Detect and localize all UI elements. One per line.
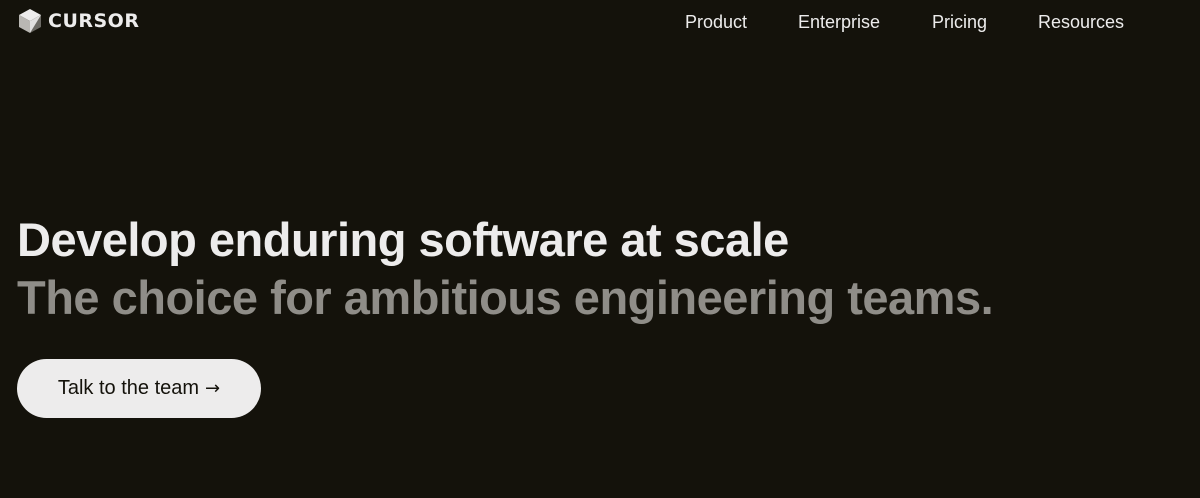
nav-pricing[interactable]: Pricing bbox=[932, 10, 987, 34]
talk-to-team-button[interactable]: Talk to the team → bbox=[17, 359, 261, 418]
nav-resources[interactable]: Resources bbox=[1038, 10, 1124, 34]
hero-title: Develop enduring software at scale bbox=[17, 213, 789, 266]
nav-enterprise[interactable]: Enterprise bbox=[798, 10, 880, 34]
arrow-right-icon: → bbox=[205, 377, 221, 399]
page: CURSOR Product Enterprise Pricing Resour… bbox=[0, 0, 1200, 498]
nav-product[interactable]: Product bbox=[685, 10, 747, 34]
cta-label: Talk to the team bbox=[57, 377, 200, 399]
hero-subtitle: The choice for ambitious engineering tea… bbox=[17, 271, 994, 324]
site-header: CURSOR Product Enterprise Pricing Resour… bbox=[0, 0, 1200, 44]
main-nav: Product Enterprise Pricing Resources bbox=[0, 10, 1200, 34]
